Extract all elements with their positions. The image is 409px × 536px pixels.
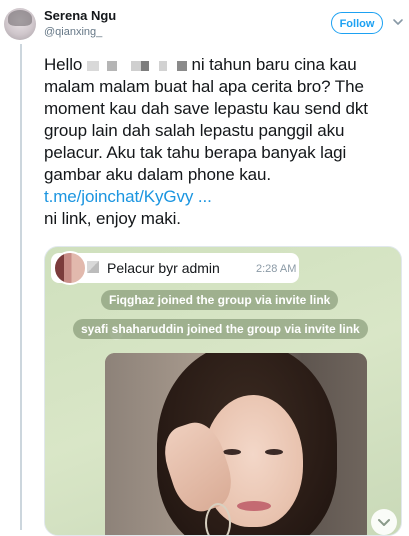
message-time: 2:28 AM <box>256 263 297 275</box>
photo-eye <box>265 449 283 455</box>
system-message: Fiqghaz joined the group via invite link <box>101 290 339 310</box>
tweet-text-body: ni tahun baru cina kau malam malam buat … <box>44 55 368 184</box>
attached-image[interactable]: Pelacur byr admin 2:28 AM Fiqghaz joined… <box>44 246 402 536</box>
photo-lips <box>237 501 271 511</box>
group-avatar <box>53 251 87 285</box>
tweet-text: Hello ni tahun baru cina kau malam malam… <box>44 54 406 230</box>
scroll-down-icon[interactable] <box>371 509 397 535</box>
tweet-text-greeting: Hello <box>44 55 83 74</box>
display-name[interactable]: Serena Ngu <box>44 8 116 23</box>
group-name: Pelacur byr admin <box>107 260 220 276</box>
redacted-name <box>86 60 187 71</box>
shared-photo <box>105 353 367 535</box>
avatar[interactable] <box>4 8 36 40</box>
redacted-block <box>87 261 99 273</box>
chevron-down-icon <box>378 519 390 526</box>
tweet-text-ending: ni link, enjoy maki. <box>44 209 181 228</box>
avatar-hair <box>8 10 32 26</box>
handle[interactable]: @qianxing_ <box>44 26 102 38</box>
photo-earring <box>205 503 231 535</box>
thread-line <box>20 44 22 530</box>
chevron-down-icon[interactable] <box>392 16 404 28</box>
photo-eye <box>223 449 241 455</box>
group-header: Pelacur byr admin 2:28 AM <box>51 251 299 285</box>
follow-button[interactable]: Follow <box>331 12 383 34</box>
system-message: syafi shaharuddin joined the group via i… <box>73 319 368 339</box>
tweet-link[interactable]: t.me/joinchat/KyGvy ... <box>44 187 212 206</box>
